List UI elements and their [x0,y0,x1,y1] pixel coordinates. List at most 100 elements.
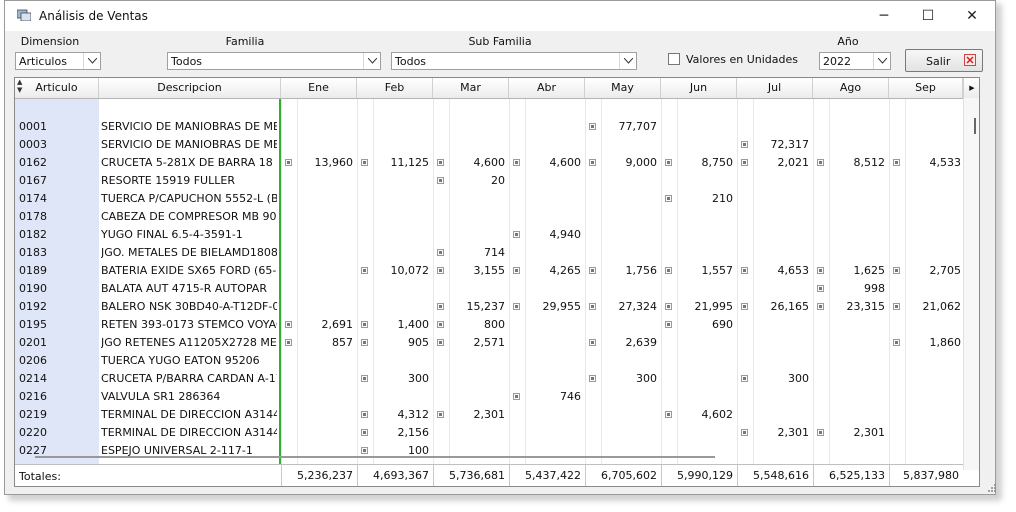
drilldown-icon[interactable] [589,123,596,130]
table-row[interactable]: 0174 TUERCA P/CAPUCHON 5552-L (B142 210 [15,190,963,208]
drilldown-icon[interactable] [437,177,444,184]
drilldown-icon[interactable] [893,303,900,310]
drilldown-icon[interactable] [665,321,672,328]
drilldown-icon[interactable] [741,429,748,436]
table-row[interactable]: 0189 BATERIA EXIDE SX65 FORD (65-60P,L 10,… [15,262,963,280]
drilldown-icon[interactable] [361,429,368,436]
drilldown-icon[interactable] [817,159,824,166]
drilldown-icon[interactable] [589,267,596,274]
resize-grip-icon[interactable] [987,483,997,493]
descripcion-cell: SERVICIO DE MANIOBRAS DE MERCAN [101,138,277,151]
col-header-month[interactable]: Feb [357,78,433,98]
drilldown-icon[interactable] [741,375,748,382]
drilldown-icon[interactable] [513,393,520,400]
table-row[interactable]: 0190 BALATA AUT 4715-R AUTOPAR 998 [15,280,963,298]
drilldown-icon[interactable] [361,159,368,166]
table-row[interactable]: 0182 YUGO FINAL 6.5-4-3591-1 4,940 [15,226,963,244]
vertical-scroll-thumb[interactable] [974,118,976,134]
drilldown-icon[interactable] [361,411,368,418]
drilldown-icon[interactable] [589,303,596,310]
grid-header: ▲ ▼ Articulo Descripcion Ene Feb Mar Abr May J… [15,78,979,99]
drilldown-icon[interactable] [437,339,444,346]
col-header-month[interactable]: Abr [509,78,585,98]
minimize-button[interactable]: ─ [861,1,907,31]
col-header-month[interactable]: Jun [661,78,737,98]
drilldown-icon[interactable] [817,303,824,310]
subfamilia-select[interactable]: Todos [391,52,637,70]
table-row[interactable]: 0162 CRUCETA 5-281X DE BARRA 18 SP 02 13,9… [15,154,963,172]
col-header-month[interactable]: Sep [889,78,963,98]
sales-grid[interactable]: ▲ ▼ Articulo Descripcion Ene Feb Mar Abr May J… [14,77,980,487]
col-header-month[interactable]: Mar [433,78,509,98]
drilldown-icon[interactable] [665,195,672,202]
table-row[interactable]: 0219 TERMINAL DE DIRECCION A3144Z11- 4,312… [15,406,963,424]
dimension-select[interactable]: Articulos [15,52,101,70]
col-header-articulo[interactable]: Articulo [15,78,99,98]
table-row[interactable]: 0216 VALVULA SR1 286364 746 [15,388,963,406]
table-row[interactable]: 0178 CABEZA DE COMPRESOR MB 904 [15,208,963,226]
table-row[interactable]: 0220 TERMINAL DE DIRECCION A3144Y11- 2,156… [15,424,963,442]
close-button[interactable]: ✕ [949,1,995,31]
maximize-button[interactable]: ☐ [905,1,951,31]
drilldown-icon[interactable] [513,267,520,274]
table-row[interactable]: 0201 JGO RETENES A11205X2728 MERITO 857 905… [15,334,963,352]
drilldown-icon[interactable] [817,429,824,436]
table-row[interactable] [15,100,963,118]
drilldown-icon[interactable] [361,339,368,346]
drilldown-icon[interactable] [285,339,292,346]
table-row[interactable]: 0167 RESORTE 15919 FULLER 20 [15,172,963,190]
month-value-cell: 300 [408,372,429,385]
drilldown-icon[interactable] [285,159,292,166]
table-row[interactable]: 0206 TUERCA YUGO EATON 95206 [15,352,963,370]
drilldown-icon[interactable] [741,303,748,310]
drilldown-icon[interactable] [817,285,824,292]
drilldown-icon[interactable] [665,159,672,166]
table-row[interactable]: 0183 JGO. METALES DE BIELAMD1808059 714 [15,244,963,262]
col-header-month[interactable]: Ago [813,78,889,98]
anio-select[interactable]: 2022 [819,52,891,70]
drilldown-icon[interactable] [665,303,672,310]
drilldown-icon[interactable] [589,159,596,166]
drilldown-icon[interactable] [817,267,824,274]
vertical-scrollbar[interactable] [963,98,979,470]
col-header-month[interactable]: Ene [281,78,357,98]
familia-select[interactable]: Todos [167,52,381,70]
drilldown-icon[interactable] [361,267,368,274]
drilldown-icon[interactable] [361,375,368,382]
drilldown-icon[interactable] [361,321,368,328]
drilldown-icon[interactable] [513,231,520,238]
table-row[interactable]: 0192 BALERO NSK 30BD40-A-T12DF-03 (N. 15,2… [15,298,963,316]
drilldown-icon[interactable] [893,159,900,166]
drilldown-icon[interactable] [437,411,444,418]
drilldown-icon[interactable] [513,303,520,310]
drilldown-icon[interactable] [285,321,292,328]
table-row[interactable]: 0214 CRUCETA P/BARRA CARDAN A-178X 300 300 3… [15,370,963,388]
valores-unidades-checkbox[interactable] [668,53,680,65]
salir-button[interactable]: Salir [905,49,983,72]
drilldown-icon[interactable] [741,159,748,166]
drilldown-icon[interactable] [893,267,900,274]
drilldown-icon[interactable] [513,159,520,166]
drilldown-icon[interactable] [741,141,748,148]
col-header-descripcion[interactable]: Descripcion [99,78,281,98]
drilldown-icon[interactable] [665,411,672,418]
month-value-cell: 21,062 [922,300,962,313]
table-row[interactable]: 0195 RETEN 393-0173 STEMCO VOYAGER 2,691 1,… [15,316,963,334]
scroll-right-icon[interactable]: ▶ [963,78,979,98]
drilldown-icon[interactable] [665,267,672,274]
drilldown-icon[interactable] [589,339,596,346]
drilldown-icon[interactable] [437,303,444,310]
drilldown-icon[interactable] [437,321,444,328]
drilldown-icon[interactable] [741,267,748,274]
table-row[interactable]: 0003 SERVICIO DE MANIOBRAS DE MERCAN 72,31… [15,136,963,154]
drilldown-icon[interactable] [437,159,444,166]
horizontal-scrollbar[interactable] [15,452,963,462]
drilldown-icon[interactable] [893,339,900,346]
table-row[interactable]: 0001 SERVICIO DE MANIOBRAS DE MERCAN 77,70… [15,118,963,136]
drilldown-icon[interactable] [437,267,444,274]
col-header-month[interactable]: May [585,78,661,98]
drilldown-icon[interactable] [589,375,596,382]
horizontal-scroll-thumb[interactable] [35,456,715,458]
col-header-month[interactable]: Jul [737,78,813,98]
drilldown-icon[interactable] [437,249,444,256]
